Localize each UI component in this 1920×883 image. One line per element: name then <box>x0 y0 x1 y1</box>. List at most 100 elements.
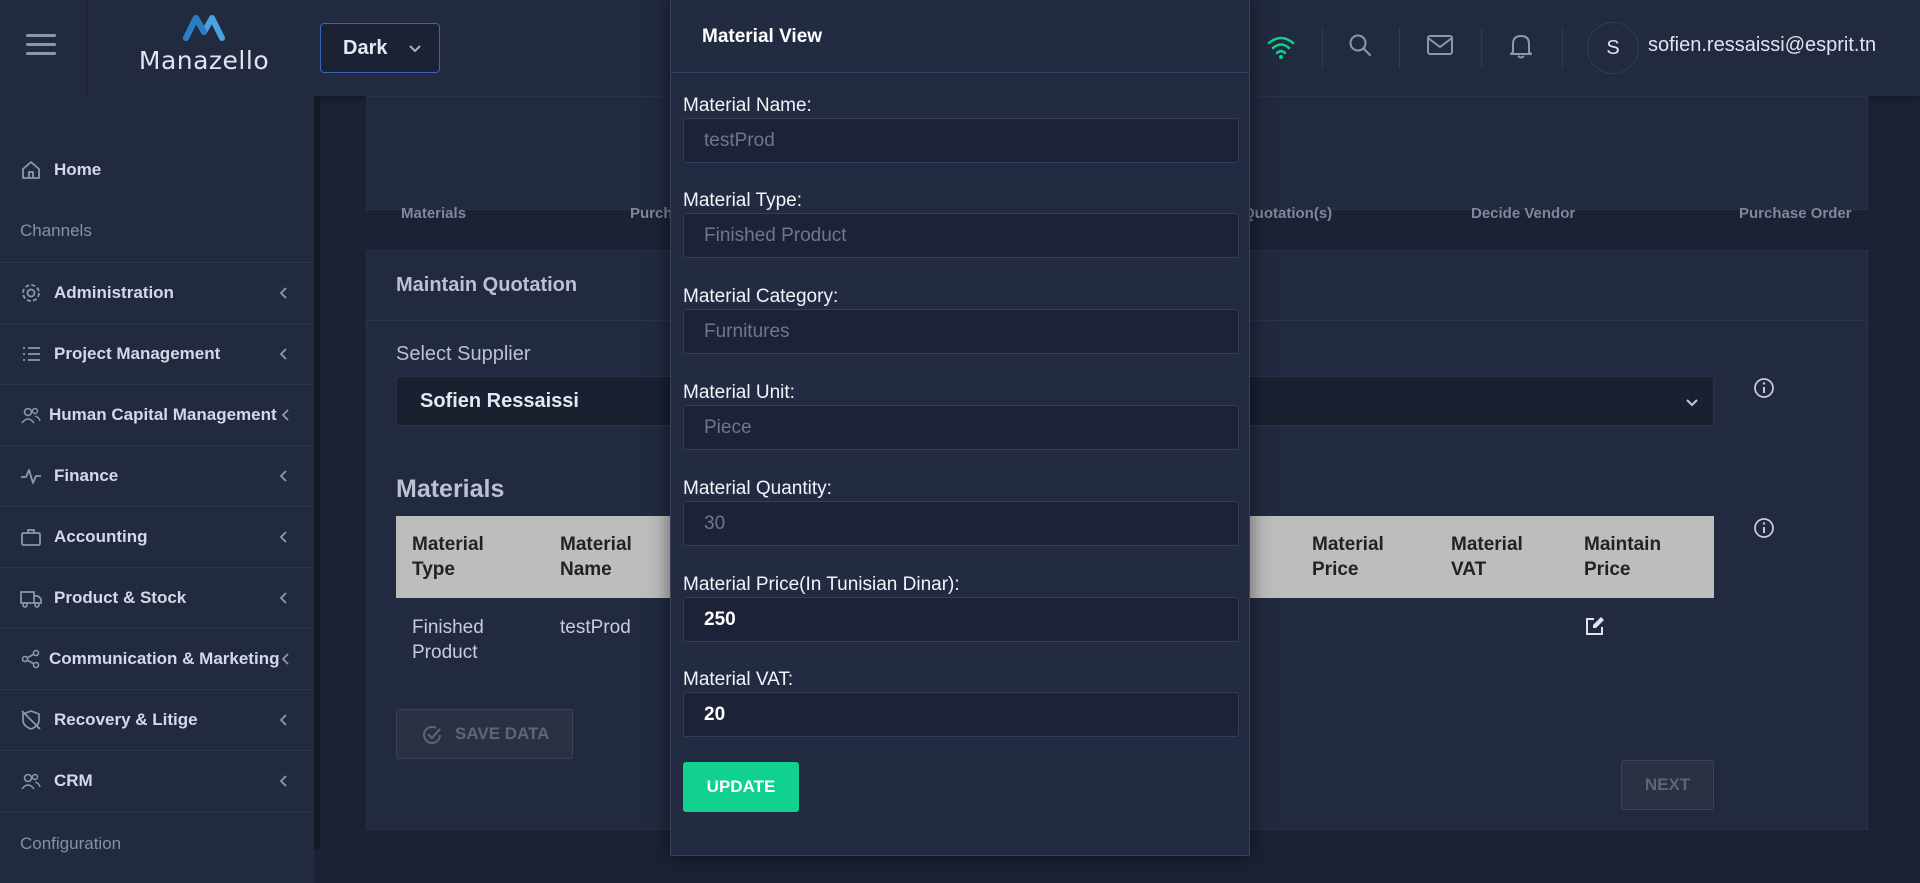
app-logo[interactable]: Manazello <box>138 12 270 84</box>
material-name-label: Material Name: <box>683 95 812 116</box>
chevron-left-icon <box>279 775 287 787</box>
material-price-input[interactable]: 250 <box>683 597 1239 642</box>
info-icon[interactable] <box>1753 517 1775 539</box>
avatar[interactable]: S <box>1587 22 1639 74</box>
sidebar-item-label: Human Capital Management <box>49 405 277 424</box>
chevron-left-icon <box>279 531 287 543</box>
sidebar-item-crm[interactable]: CRM <box>0 750 314 811</box>
chevron-down-icon <box>409 45 421 53</box>
column-header-maintain-price: Maintain Price <box>1584 534 1662 580</box>
next-button[interactable]: NEXT <box>1621 760 1714 810</box>
save-data-button[interactable]: SAVE DATA <box>396 709 573 759</box>
supplier-select-value: Sofien Ressaissi <box>420 390 579 412</box>
chevron-left-icon <box>281 653 289 665</box>
material-unit-field[interactable]: Piece <box>683 405 1239 450</box>
wifi-icon[interactable] <box>1266 32 1296 62</box>
step-purchase-requisition[interactable]: Purch <box>630 205 673 222</box>
sidebar-item-label: Home <box>54 159 102 179</box>
header-divider <box>86 0 87 96</box>
chevron-left-icon <box>281 409 289 421</box>
material-view-modal: Material View Material Name: testProd Ma… <box>670 0 1250 856</box>
sidebar-item-home[interactable]: Home <box>0 139 314 200</box>
material-vat-input[interactable]: 20 <box>683 692 1239 737</box>
step-materials[interactable]: Materials <box>401 205 466 222</box>
sidebar-item-label: CRM <box>54 771 93 790</box>
chevron-left-icon <box>279 714 287 726</box>
briefcase-icon <box>21 529 41 546</box>
cell-material-name: testProd <box>560 617 631 638</box>
logo-text: Manazello <box>138 46 270 75</box>
user-email[interactable]: sofien.ressaissi@esprit.tn <box>1648 34 1876 57</box>
update-button[interactable]: UPDATE <box>683 762 799 812</box>
logo-mark-icon <box>183 15 225 41</box>
list-icon <box>23 347 40 361</box>
sidebar-scrollbar[interactable] <box>314 96 320 849</box>
column-header-material-type: Material Type <box>412 534 484 580</box>
save-data-label: SAVE DATA <box>455 724 550 743</box>
sidebar-section-channels: Channels <box>20 221 92 240</box>
header-separator <box>1399 28 1400 68</box>
material-category-label: Material Category: <box>683 286 839 307</box>
users-icon <box>21 407 41 424</box>
header-separator <box>1322 28 1323 68</box>
sidebar-item-administration[interactable]: Administration <box>0 262 314 323</box>
search-icon[interactable] <box>1347 32 1373 58</box>
sidebar-item-label: Project Management <box>54 344 221 363</box>
sidebar-item-recovery-litige[interactable]: Recovery & Litige <box>0 689 314 750</box>
material-name-field[interactable]: testProd <box>683 118 1239 163</box>
column-header-material-name: Material Name <box>560 534 632 580</box>
material-unit-label: Material Unit: <box>683 382 795 403</box>
shield-off-icon <box>21 710 41 730</box>
header-separator <box>1562 28 1563 68</box>
sidebar: Home Channels Administration Project Man… <box>0 96 314 883</box>
chevron-down-icon <box>1686 399 1698 407</box>
header-separator <box>1481 28 1482 68</box>
sidebar-item-human-capital-management[interactable]: Human Capital Management <box>0 384 314 445</box>
chevron-left-icon <box>279 287 287 299</box>
column-header-material-vat: Material VAT <box>1451 534 1523 580</box>
sidebar-item-project-management[interactable]: Project Management <box>0 323 314 384</box>
home-icon <box>22 160 40 179</box>
material-vat-label: Material VAT: <box>683 669 794 690</box>
sidebar-item-label: Administration <box>54 283 174 302</box>
sidebar-item-accounting[interactable]: Accounting <box>0 506 314 567</box>
sidebar-item-finance[interactable]: Finance <box>0 445 314 506</box>
modal-title: Material View <box>702 26 823 47</box>
sidebar-item-label: Finance <box>54 466 119 485</box>
step-purchase-order[interactable]: Purchase Order <box>1739 205 1852 222</box>
material-type-field[interactable]: Finished Product <box>683 213 1239 258</box>
info-icon[interactable] <box>1753 377 1775 399</box>
check-circle-icon <box>423 725 441 744</box>
share-icon <box>21 649 40 669</box>
chevron-left-icon <box>279 592 287 604</box>
users-icon <box>21 773 41 790</box>
bell-icon[interactable] <box>1508 32 1534 60</box>
theme-select-value: Dark <box>343 36 388 59</box>
sidebar-item-label: Product & Stock <box>54 588 187 607</box>
materials-heading: Materials <box>396 475 505 503</box>
chevron-left-icon <box>279 348 287 360</box>
sidebar-item-label: Communication & Marketing <box>49 649 280 668</box>
mail-icon[interactable] <box>1426 32 1454 58</box>
step-decide-vendor[interactable]: Decide Vendor <box>1471 205 1575 222</box>
hamburger-menu-icon[interactable] <box>26 34 56 58</box>
material-quantity-label: Material Quantity: <box>683 478 832 499</box>
cell-material-type: Finished Product <box>412 617 484 663</box>
step-quotations[interactable]: Quotation(s) <box>1243 205 1332 222</box>
material-type-label: Material Type: <box>683 190 802 211</box>
sidebar-item-product-stock[interactable]: Product & Stock <box>0 567 314 628</box>
card-title: Maintain Quotation <box>396 274 578 296</box>
sidebar-item-label: Accounting <box>54 527 148 546</box>
material-quantity-field[interactable]: 30 <box>683 501 1239 546</box>
theme-select[interactable]: Dark <box>320 23 440 73</box>
chevron-left-icon <box>279 470 287 482</box>
truck-icon <box>20 591 42 608</box>
edit-icon[interactable] <box>1584 615 1606 637</box>
pulse-icon <box>21 469 41 484</box>
sidebar-item-label: Recovery & Litige <box>54 710 198 729</box>
material-category-field[interactable]: Furnitures <box>683 309 1239 354</box>
sidebar-item-communication-marketing[interactable]: Communication & Marketing <box>0 628 314 689</box>
sidebar-section-configuration: Configuration <box>20 834 122 853</box>
select-supplier-label: Select Supplier <box>396 343 531 365</box>
material-price-label: Material Price(In Tunisian Dinar): <box>683 574 960 595</box>
